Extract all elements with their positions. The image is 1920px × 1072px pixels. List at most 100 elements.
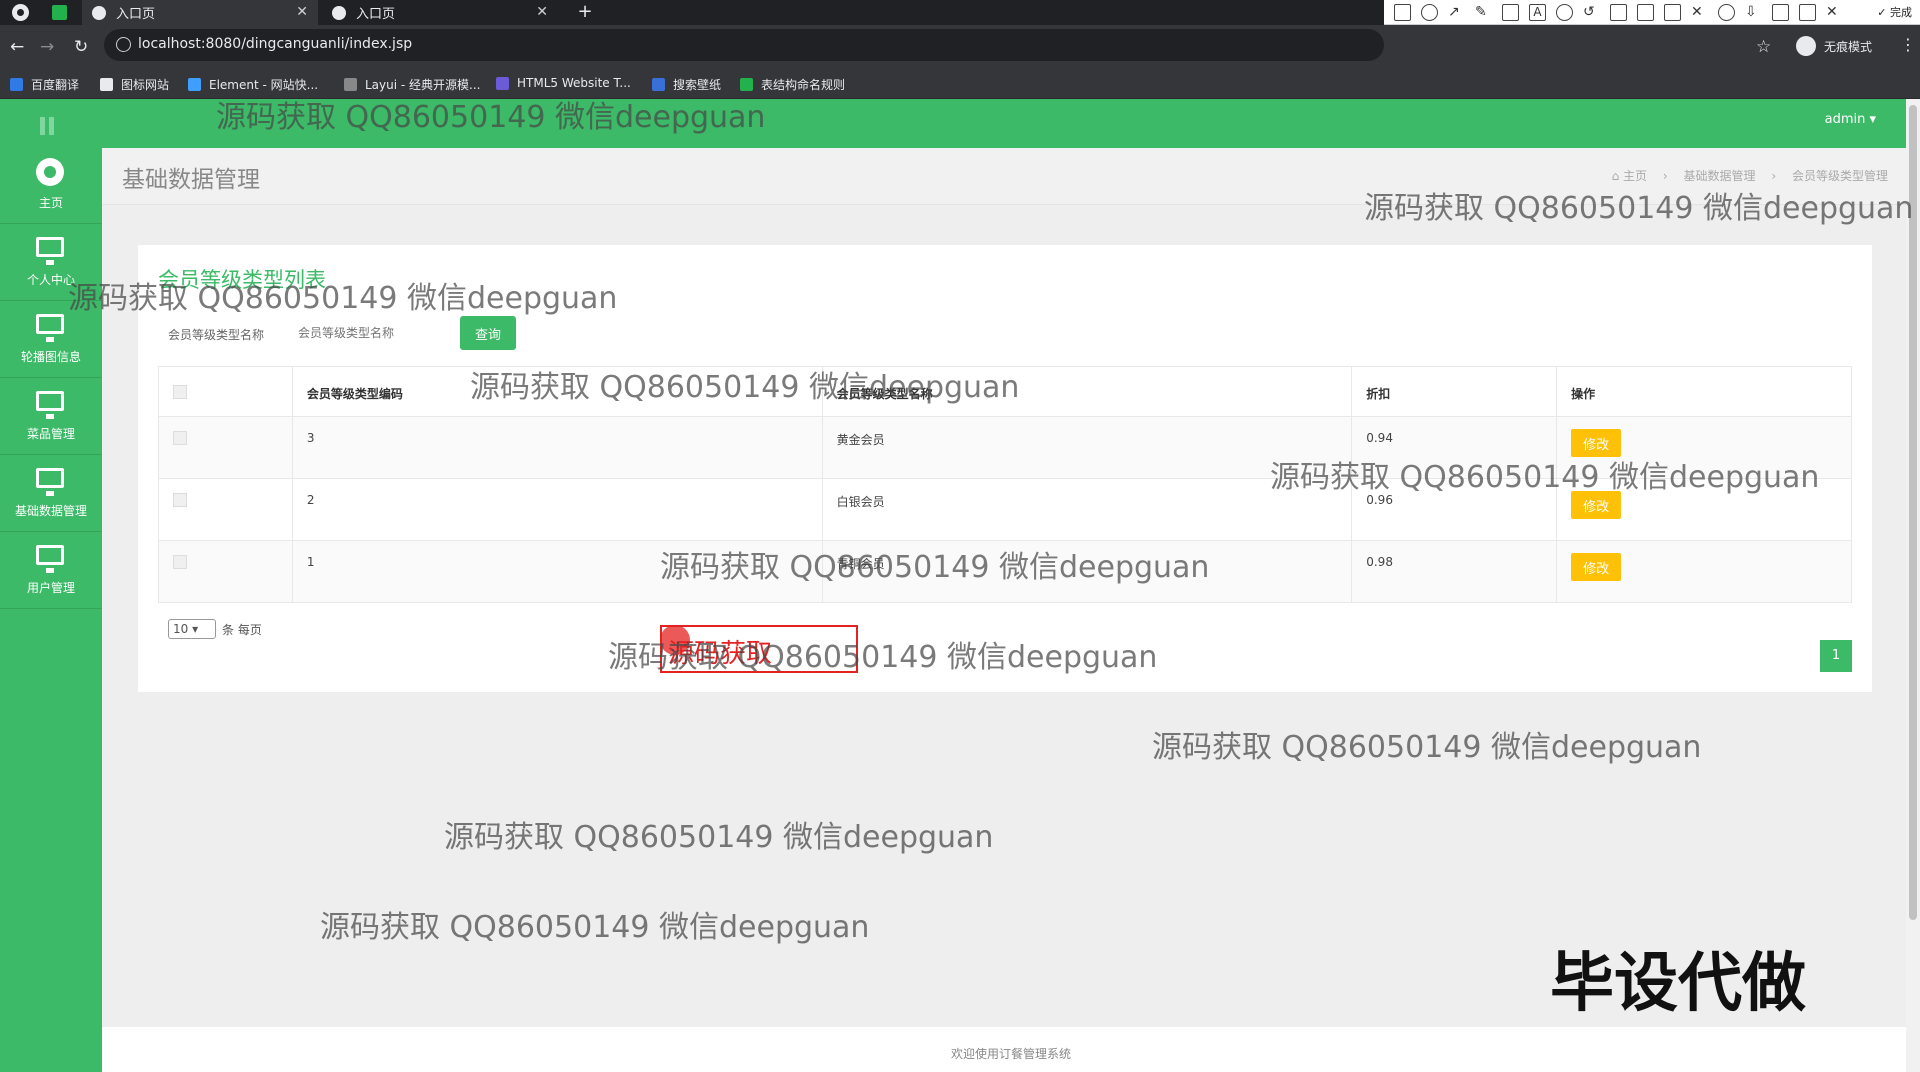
url-text: localhost:8080/dingcanguanli/index.jsp: [138, 36, 413, 52]
bookmark-item[interactable]: 百度翻译: [10, 76, 79, 93]
watermark-text: 源码获取 QQ86050149 微信deepguan: [660, 550, 1210, 585]
bookmark-item[interactable]: HTML5 Website T...: [496, 76, 631, 90]
row-checkbox[interactable]: [173, 431, 187, 445]
monitor-icon: [36, 468, 64, 496]
close-tab-icon[interactable]: ✕: [296, 4, 308, 20]
monitor-icon: [36, 545, 64, 573]
watermark-text: 源码获取 QQ86050149 微信deepguan: [608, 640, 1158, 675]
pinned-app-icon[interactable]: [52, 5, 67, 20]
page-scrollbar[interactable]: [1906, 99, 1920, 1072]
user-menu[interactable]: admin ▾: [1825, 112, 1876, 127]
column-header: 折扣: [1351, 366, 1558, 417]
ellipse-tool-icon[interactable]: [1421, 3, 1438, 21]
monitor-icon: [36, 237, 64, 265]
breadcrumb-section[interactable]: 基础数据管理: [1684, 169, 1756, 183]
incognito-indicator[interactable]: 无痕模式: [1796, 36, 1872, 56]
bookmark-item[interactable]: 图标网站: [100, 76, 169, 93]
tab-label: 入口页: [116, 7, 156, 22]
bookmark-item[interactable]: Layui - 经典开源模...: [344, 76, 480, 93]
rectangle-tool-icon[interactable]: [1394, 3, 1411, 21]
sidebar-item-label: 用户管理: [26, 581, 75, 595]
done-label: 完成: [1890, 6, 1912, 19]
back-icon[interactable]: ←: [10, 37, 24, 57]
bookmark-star-icon[interactable]: ☆: [1756, 37, 1771, 57]
row-checkbox[interactable]: [173, 555, 187, 569]
site-info-icon[interactable]: [116, 37, 131, 52]
capture-toolbar: ↗ ✎ A ↺ ✕ ⇩ ✕ ✓ 完成: [1384, 0, 1920, 25]
forward-icon[interactable]: →: [40, 37, 54, 57]
logo-icon: [40, 117, 58, 135]
breadcrumb-current: 会员等级类型管理: [1791, 169, 1888, 183]
browser-tab-1[interactable]: 入口页 ✕: [82, 0, 318, 25]
search-input[interactable]: [290, 318, 450, 348]
edit-button[interactable]: 修改: [1571, 553, 1622, 581]
translate-icon: [10, 78, 23, 91]
browser-menu-icon[interactable]: ⋮: [1900, 35, 1916, 54]
select-all-cell: [158, 366, 293, 417]
bookmark-label: Element - 网站快...: [209, 78, 319, 92]
bookmark-label: HTML5 Website T...: [517, 76, 631, 90]
dashboard-icon: [36, 158, 64, 186]
arrow-tool-icon[interactable]: ↗: [1448, 4, 1465, 21]
reload-icon[interactable]: ↻: [74, 37, 88, 57]
cancel-icon[interactable]: ✕: [1826, 4, 1843, 21]
watermark-text: 源码获取 QQ86050149 微信deepguan: [444, 820, 994, 855]
element-icon: [188, 78, 201, 91]
watermark-text: 源码获取 QQ86050149 微信deepguan: [68, 281, 618, 316]
chrome-icon[interactable]: [12, 4, 29, 21]
omnibox[interactable]: localhost:8080/dingcanguanli/index.jsp: [104, 29, 1384, 61]
watermark-text: 源码获取 QQ86050149 微信deepguan: [1152, 730, 1702, 765]
page-title: 基础数据管理: [122, 167, 260, 193]
sidebar-item-users[interactable]: 用户管理: [0, 533, 102, 609]
download-icon[interactable]: ⇩: [1745, 4, 1762, 21]
sidebar-item-label: 基础数据管理: [14, 504, 87, 518]
row-checkbox[interactable]: [173, 493, 187, 507]
text-tool-icon[interactable]: A: [1529, 3, 1546, 21]
capture-done-button[interactable]: ✓ 完成: [1877, 4, 1912, 20]
query-button[interactable]: 查询: [460, 316, 516, 350]
undo-icon[interactable]: ↺: [1583, 4, 1600, 21]
sidebar-item-home[interactable]: 主页: [0, 148, 102, 224]
sidebar-item-label: 主页: [38, 196, 63, 210]
incognito-label: 无痕模式: [1824, 39, 1873, 54]
select-all-checkbox[interactable]: [173, 385, 187, 399]
bookmark-item[interactable]: 搜索壁纸: [652, 76, 721, 93]
watermark-text: 源码获取 QQ86050149 微信deepguan: [320, 910, 870, 945]
new-tab-button[interactable]: +: [572, 0, 598, 25]
mosaic-tool-icon[interactable]: [1502, 3, 1519, 21]
checkbox-cell: [158, 478, 293, 541]
discount-cell: 0.98: [1351, 540, 1558, 603]
bookmark-label: 表结构命名规则: [761, 78, 846, 92]
watermark-banner: 毕设代做: [1550, 947, 1806, 1021]
watermark-text: 源码获取 QQ86050149 微信deepguan: [470, 370, 1020, 405]
column-header: 操作: [1556, 366, 1852, 417]
code-cell: 2: [291, 478, 823, 541]
save-icon[interactable]: [1772, 3, 1789, 21]
bookmark-item[interactable]: 表结构命名规则: [740, 76, 845, 93]
monitor-icon: [36, 391, 64, 419]
tab-label: 入口页: [356, 7, 396, 22]
pen-tool-icon[interactable]: ✎: [1475, 4, 1492, 21]
layui-icon: [344, 78, 357, 91]
bookmark-item[interactable]: Element - 网站快...: [188, 76, 318, 93]
sidebar-item-label: 轮播图信息: [20, 350, 81, 364]
page-button-current[interactable]: 1: [1820, 640, 1852, 672]
bookmark-icon[interactable]: [1799, 3, 1816, 21]
sidebar-item-basic-data[interactable]: 基础数据管理: [0, 456, 102, 532]
breadcrumb-separator-icon: ›: [1662, 169, 1668, 183]
pin-tool-icon[interactable]: [1664, 3, 1681, 21]
bookmark-label: 百度翻译: [31, 78, 80, 92]
scrollbar-thumb[interactable]: [1909, 105, 1917, 920]
browser-tab-2[interactable]: 入口页 ✕: [322, 0, 558, 25]
breadcrumb-home[interactable]: 主页: [1623, 169, 1647, 183]
close-tab-icon[interactable]: ✕: [536, 4, 548, 20]
breadcrumb: ⌂ 主页 › 基础数据管理 › 会员等级类型管理: [1612, 167, 1888, 184]
number-tool-icon[interactable]: [1556, 3, 1573, 21]
sidebar-item-dishes[interactable]: 菜品管理: [0, 379, 102, 455]
page-size-select[interactable]: 10 ▾: [168, 619, 216, 639]
ocr-tool-icon[interactable]: [1637, 3, 1654, 21]
translate-tool-icon[interactable]: [1610, 3, 1627, 21]
watermark-text: 源码获取 QQ86050149 微信deepguan: [1364, 191, 1914, 226]
pin-icon[interactable]: ✕: [1691, 4, 1708, 21]
record-icon[interactable]: [1718, 3, 1735, 21]
